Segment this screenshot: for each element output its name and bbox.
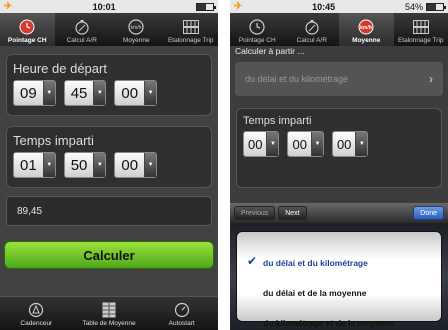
depart-minutes-picker[interactable]: 45 ▼ — [63, 80, 107, 106]
right-screen: ✈ 10:45 54% Pointage CH Calcul A/R km/h … — [230, 0, 448, 330]
option-picker: ✔ du délai et du kilométrage du délai et… — [230, 223, 448, 330]
table-icon — [100, 302, 118, 318]
top-tab-bar: Pointage CH Calcul A/R km/h Moyenne Etal… — [230, 13, 448, 46]
depart-seconds-picker[interactable]: 00 ▼ — [114, 80, 158, 106]
dropdown-arrow-icon: ▼ — [144, 81, 157, 105]
imparti-label: Temps imparti — [243, 115, 312, 127]
depart-label: Heure de départ — [13, 61, 107, 76]
tab-moyenne[interactable]: km/h Moyenne — [339, 13, 394, 46]
result-field[interactable]: 89,45 — [6, 196, 212, 226]
imparti-group: Temps imparti 01 ▼ 50 ▼ 00 ▼ — [6, 126, 212, 188]
imparti-minutes-picker[interactable]: 50 ▼ — [63, 152, 107, 178]
dropdown-arrow-icon: ▼ — [93, 81, 106, 105]
tab-pointage-ch[interactable]: Pointage CH — [0, 13, 55, 46]
tab-label: Pointage CH — [7, 37, 47, 44]
tab-label: Autostart — [168, 320, 195, 327]
clock-icon — [18, 19, 36, 35]
calc-from-heading: Calculer à partir ... — [235, 46, 305, 56]
bottom-tab-bar: Cadenceur Table de Moyenne Autostart — [0, 296, 218, 330]
status-bar: ✈ 10:45 54% — [230, 0, 448, 13]
status-bar: ✈ 10:01 — [0, 0, 218, 13]
tab-cadenceur[interactable]: Cadenceur — [0, 297, 73, 330]
picker-option[interactable]: du délai et du kilométrage — [237, 258, 441, 268]
tab-label: Etalonnage Trip — [167, 37, 214, 44]
svg-text:km/h: km/h — [131, 25, 142, 31]
picker-option[interactable]: du kilométrage et de la moyenne — [237, 318, 441, 328]
tab-label: Moyenne — [352, 37, 381, 44]
status-time: 10:45 — [312, 1, 336, 12]
status-time: 10:01 — [92, 1, 116, 12]
counter-icon — [412, 19, 430, 35]
left-screen: ✈ 10:01 Pointage CH Calcul A/R km/h Moye… — [0, 0, 218, 330]
dropdown-arrow-icon: ▼ — [266, 132, 279, 156]
imparti-group: Temps imparti 00 ▼ 00 ▼ 00 ▼ — [236, 108, 442, 188]
depart-hours-picker[interactable]: 09 ▼ — [13, 80, 56, 106]
tab-label: Calcul A/R — [296, 37, 327, 44]
dropdown-arrow-icon: ▼ — [310, 132, 323, 156]
clock-icon — [248, 19, 266, 35]
airplane-icon: ✈ — [4, 1, 13, 12]
tab-autostart[interactable]: Autostart — [145, 297, 218, 330]
imparti-label: Temps imparti — [13, 133, 94, 148]
stopwatch-icon — [303, 19, 321, 35]
imparti-minutes-picker[interactable]: 00 ▼ — [287, 131, 324, 157]
depart-group: Heure de départ 09 ▼ 45 ▼ 00 ▼ — [6, 54, 212, 116]
calc-mode-value: du délai et du kilométrage — [245, 74, 349, 84]
tab-calcul-ar[interactable]: Calcul A/R — [55, 13, 110, 46]
tab-calcul-ar[interactable]: Calcul A/R — [285, 13, 340, 46]
counter-icon — [182, 19, 200, 35]
svg-text:km/h: km/h — [360, 25, 372, 31]
tab-label: Etalonnage Trip — [397, 37, 444, 44]
imparti-seconds-picker[interactable]: 00 ▼ — [331, 131, 369, 157]
calculer-button[interactable]: Calculer — [4, 241, 214, 269]
stopwatch-icon — [73, 19, 91, 35]
next-button[interactable]: Next — [278, 206, 307, 220]
tab-label: Table de Moyenne — [82, 320, 136, 327]
dropdown-arrow-icon: ▼ — [42, 153, 55, 177]
dropdown-arrow-icon: ▼ — [93, 153, 106, 177]
dropdown-arrow-icon: ▼ — [144, 153, 157, 177]
tab-label: Moyenne — [122, 37, 150, 44]
tab-moyenne[interactable]: km/h Moyenne — [109, 13, 164, 46]
battery-icon — [195, 2, 216, 11]
chevron-right-icon: › — [429, 72, 433, 86]
previous-button[interactable]: Previous — [234, 206, 276, 220]
keyboard-toolbar: Previous Next Done — [230, 203, 448, 223]
top-tab-bar: Pointage CH Calcul A/R km/h Moyenne Etal… — [0, 13, 218, 46]
battery-icon — [426, 2, 446, 11]
imparti-hours-picker[interactable]: 00 ▼ — [243, 131, 280, 157]
metronome-icon — [27, 302, 45, 318]
tab-label: Pointage CH — [238, 37, 276, 44]
tab-label: Cadenceur — [20, 320, 53, 327]
tab-etalonnage-trip[interactable]: Etalonnage Trip — [394, 13, 448, 46]
battery-percent: 54% — [404, 1, 423, 12]
gauge-icon — [173, 302, 191, 318]
main-content: Calculer à partir ... du délai et du kil… — [230, 46, 448, 330]
done-button[interactable]: Done — [413, 206, 444, 220]
tab-label: Calcul A/R — [66, 37, 97, 44]
dropdown-arrow-icon: ▼ — [355, 132, 368, 156]
dropdown-arrow-icon: ▼ — [42, 81, 55, 105]
speed-icon: km/h — [357, 19, 375, 35]
tab-pointage-ch[interactable]: Pointage CH — [230, 13, 285, 46]
picker-wheel[interactable]: ✔ du délai et du kilométrage du délai et… — [236, 231, 442, 328]
tab-table-de-moyenne[interactable]: Table de Moyenne — [73, 297, 146, 330]
tab-etalonnage-trip[interactable]: Etalonnage Trip — [164, 13, 219, 46]
imparti-seconds-picker[interactable]: 00 ▼ — [114, 152, 158, 178]
imparti-hours-picker[interactable]: 01 ▼ — [13, 152, 56, 178]
calc-mode-select[interactable]: du délai et du kilométrage › — [235, 62, 443, 96]
main-content: Heure de départ 09 ▼ 45 ▼ 00 ▼ Temps impart… — [0, 46, 218, 296]
picker-option[interactable]: du délai et de la moyenne — [237, 288, 441, 298]
speed-icon: km/h — [127, 19, 145, 35]
airplane-icon: ✈ — [234, 1, 243, 12]
